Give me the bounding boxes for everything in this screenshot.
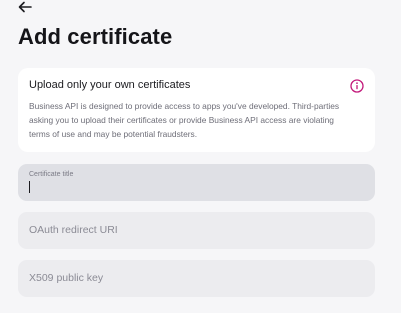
warning-body: Business API is designed to provide acce… xyxy=(29,101,340,139)
oauth-redirect-uri-field[interactable]: OAuth redirect URI xyxy=(18,212,375,249)
back-button[interactable] xyxy=(16,0,34,14)
text-cursor xyxy=(29,181,30,193)
certificate-title-label: Certificate title xyxy=(29,171,74,178)
oauth-redirect-uri-placeholder: OAuth redirect URI xyxy=(29,224,118,236)
certificate-warning-card: Upload only your own certificates Busine… xyxy=(18,68,375,152)
certificate-title-field[interactable]: Certificate title xyxy=(18,164,375,201)
x509-public-key-placeholder: X509 public key xyxy=(29,272,104,284)
x509-public-key-field[interactable]: X509 public key xyxy=(18,260,375,297)
info-icon[interactable] xyxy=(350,79,364,93)
arrow-left-icon xyxy=(18,1,32,13)
warning-title: Upload only your own certificates xyxy=(29,79,191,91)
page-title: Add certificate xyxy=(18,24,173,49)
